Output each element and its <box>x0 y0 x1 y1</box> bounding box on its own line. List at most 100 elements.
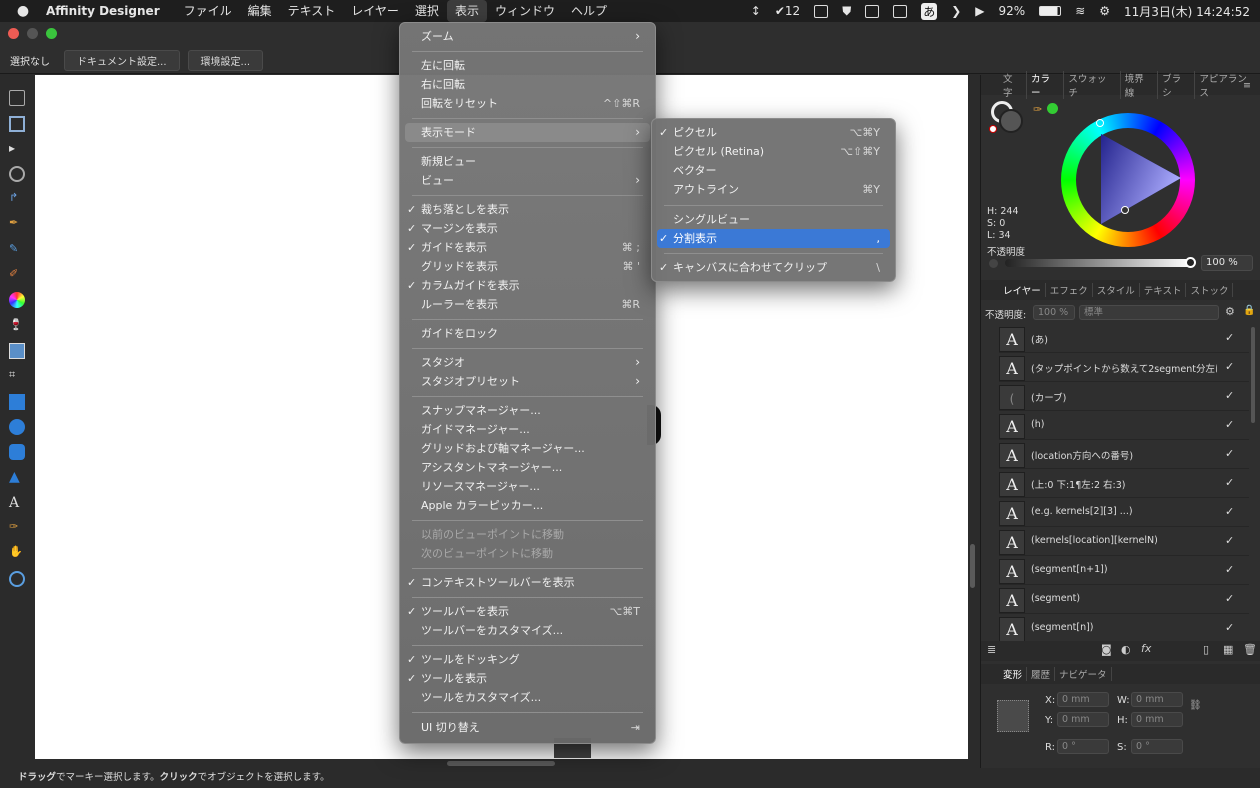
menu-item-grid-axis-manager[interactable]: グリッドおよび軸マネージャー... <box>405 439 650 458</box>
menu-item-pixels[interactable]: ✓ ピクセル ⌥⌘Y <box>657 123 890 142</box>
menu-item-pixels-retina[interactable]: ピクセル (Retina) ⌥⇧⌘Y <box>657 142 890 161</box>
rounded-rectangle-icon[interactable] <box>9 444 25 460</box>
lock-icon[interactable]: 🔒 <box>1243 305 1255 316</box>
visibility-checkbox[interactable]: ✓ <box>1225 621 1234 634</box>
visibility-checkbox[interactable]: ✓ <box>1225 360 1234 373</box>
opacity-slider-handle[interactable] <box>1185 257 1196 268</box>
menu-item-assistant-manager[interactable]: アシスタントマネージャー... <box>405 458 650 477</box>
settings-gear-icon[interactable]: ⚙ <box>1225 305 1235 318</box>
ellipse-tool-icon[interactable] <box>9 419 25 435</box>
recent-color-swatch[interactable] <box>1047 103 1058 114</box>
menu-item-show-tools[interactable]: ✓ ツールを表示 <box>405 669 650 688</box>
menu-view[interactable]: 表示 <box>446 0 487 22</box>
shear-input[interactable]: 0 ° <box>1131 739 1183 754</box>
adjustment-icon[interactable]: ◐ <box>1121 643 1131 656</box>
artistic-text-icon[interactable]: A <box>9 495 25 511</box>
artboard-tool-icon[interactable] <box>9 116 25 132</box>
tab-character[interactable]: 文字 <box>999 71 1027 99</box>
visibility-checkbox[interactable]: ✓ <box>1225 331 1234 344</box>
hyper-icon[interactable] <box>893 4 908 18</box>
zoom-tool-icon[interactable] <box>9 571 25 587</box>
color-picker-icon[interactable]: ✑ <box>9 520 25 536</box>
group-icon[interactable]: ▦ <box>1223 643 1233 656</box>
shield-icon[interactable]: ⛊ <box>842 4 851 19</box>
menu-layer[interactable]: レイヤー <box>343 0 407 22</box>
y-input[interactable]: 0 mm <box>1057 712 1109 727</box>
menu-item-view-mode[interactable]: 表示モード › <box>405 123 650 142</box>
no-color-icon[interactable] <box>989 125 997 133</box>
layer-row[interactable]: A (上:0 下:1¶左:2 右:3) ✓ <box>999 470 1249 498</box>
tab-swatches[interactable]: スウォッチ <box>1064 71 1121 99</box>
color-triangle[interactable] <box>1095 126 1185 230</box>
clock[interactable]: 11月3日(木) 14:24:52 <box>1124 3 1250 20</box>
menu-item-rotate-right[interactable]: 右に回転 <box>405 75 650 94</box>
layer-row[interactable]: A (segment) ✓ <box>999 586 1249 614</box>
opacity-slider[interactable] <box>1005 259 1191 267</box>
visibility-checkbox[interactable]: ✓ <box>1225 447 1234 460</box>
hand-tool-icon[interactable]: ✋ <box>9 545 25 561</box>
menu-item-view[interactable]: ビュー › <box>405 171 650 190</box>
layers-scrollbar[interactable] <box>1251 327 1255 423</box>
input-mode-icon[interactable]: あ <box>921 2 938 20</box>
resize-arrows-icon[interactable]: ↕ <box>751 4 761 18</box>
vector-brush-icon[interactable]: ✐ <box>9 267 25 283</box>
vertical-scrollbar[interactable] <box>970 544 975 588</box>
eyedropper-icon[interactable]: ✑ <box>1033 103 1042 116</box>
crop-tool-icon[interactable]: ⌗ <box>9 368 25 384</box>
visibility-checkbox[interactable]: ✓ <box>1225 563 1234 576</box>
hue-handle[interactable] <box>1096 119 1104 127</box>
blend-mode-select[interactable]: 標準 <box>1079 305 1219 320</box>
app-menu[interactable]: Affinity Designer <box>46 4 160 18</box>
move-tool-icon[interactable] <box>9 90 25 106</box>
menu-item-snapping-manager[interactable]: スナップマネージャー... <box>405 401 650 420</box>
menu-item-toggle-ui[interactable]: UI 切り替え ⇥ <box>405 718 650 737</box>
menu-item-show-grid[interactable]: グリッドを表示 ⌘ ' <box>405 257 650 276</box>
menu-item-lock-guides[interactable]: ガイドをロック <box>405 324 650 343</box>
layer-row[interactable]: A (h) ✓ <box>999 412 1249 440</box>
node-tool-icon[interactable]: ▸ <box>9 141 25 157</box>
preferences-button[interactable]: 環境設定... <box>187 50 264 71</box>
visibility-checkbox[interactable]: ✓ <box>1225 505 1234 518</box>
horizontal-scrollbar[interactable] <box>447 761 555 766</box>
menu-item-resource-manager[interactable]: リソースマネージャー... <box>405 477 650 496</box>
arrow-app-icon[interactable]: ❯ <box>951 4 961 18</box>
menu-item-dock-tools[interactable]: ✓ ツールをドッキング <box>405 650 650 669</box>
wifi-icon[interactable]: ≋ <box>1075 4 1085 18</box>
triangle-tool-icon[interactable]: ▲ <box>9 469 25 485</box>
tab-stock[interactable]: ストック <box>1186 283 1234 297</box>
fx-icon[interactable]: fx <box>1141 642 1151 655</box>
pen-tool-icon[interactable]: ✒ <box>9 216 25 232</box>
menu-item-single-view[interactable]: シングルビュー <box>657 210 890 229</box>
battery-icon[interactable] <box>1039 6 1062 16</box>
visibility-checkbox[interactable]: ✓ <box>1225 476 1234 489</box>
layer-row[interactable]: A (タップポイントから数えて2segment分左に ✓ <box>999 354 1249 382</box>
menu-item-apple-color-picker[interactable]: Apple カラーピッカー... <box>405 496 650 515</box>
pencil-tool-icon[interactable]: ✎ <box>9 242 25 258</box>
tab-styles[interactable]: スタイル <box>1093 283 1140 297</box>
layer-opacity-input[interactable]: 100 % <box>1033 305 1075 320</box>
menu-item-reset-rotation[interactable]: 回転をリセット ^⇧⌘R <box>405 94 650 113</box>
visibility-checkbox[interactable]: ✓ <box>1225 389 1234 402</box>
tab-transform[interactable]: 変形 <box>999 667 1028 681</box>
menu-help[interactable]: ヘルプ <box>563 0 615 22</box>
tab-effects[interactable]: エフェク <box>1046 283 1093 297</box>
tab-navigator[interactable]: ナビゲータ <box>1055 667 1112 681</box>
opacity-reset-icon[interactable] <box>989 259 998 268</box>
fill-tool-icon[interactable] <box>9 292 25 308</box>
menu-item-new-view[interactable]: 新規ビュー <box>405 152 650 171</box>
saturation-handle[interactable] <box>1121 206 1129 214</box>
zoom-window-button[interactable] <box>46 28 57 39</box>
tab-history[interactable]: 履歴 <box>1027 667 1056 681</box>
menu-edit[interactable]: 編集 <box>240 0 280 22</box>
mask-icon[interactable]: ◙ <box>1101 643 1112 656</box>
stroke-swatch[interactable] <box>999 109 1023 133</box>
menu-file[interactable]: ファイル <box>176 0 240 22</box>
menu-item-show-context-toolbar[interactable]: ✓ コンテキストツールバーを表示 <box>405 573 650 592</box>
menu-item-studio-presets[interactable]: スタジオプリセット › <box>405 372 650 391</box>
layer-row[interactable]: A (segment[n]) ✓ <box>999 615 1249 643</box>
play-icon[interactable]: ▶ <box>975 4 984 18</box>
layers-stack-icon[interactable]: ≣ <box>987 643 996 656</box>
layer-row[interactable]: A (segment[n+1]) ✓ <box>999 557 1249 585</box>
place-image-icon[interactable] <box>9 343 25 359</box>
control-center-icon[interactable]: ⚙ <box>1099 4 1110 18</box>
